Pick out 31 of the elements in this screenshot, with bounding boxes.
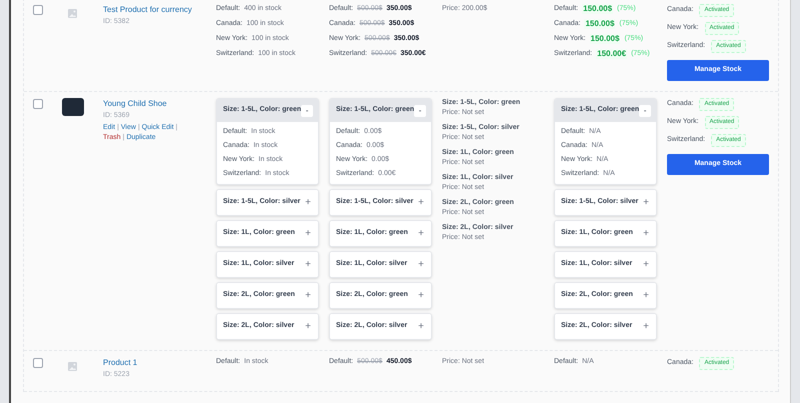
expand-toggle[interactable]: + (416, 290, 426, 302)
expand-toggle[interactable]: + (416, 196, 426, 208)
photo-placeholder (62, 98, 84, 116)
expand-toggle[interactable]: + (641, 228, 651, 240)
product-link[interactable]: Test Product for currency (103, 4, 216, 16)
price-value: 150.00$ (590, 34, 620, 44)
expand-toggle[interactable]: + (641, 290, 651, 302)
image-icon (68, 9, 77, 18)
expand-toggle[interactable]: + (416, 258, 426, 270)
expand-toggle[interactable]: + (303, 196, 313, 208)
expand-toggle[interactable]: + (303, 228, 313, 240)
collapse-toggle[interactable]: - (414, 104, 426, 116)
price-value: 150.00$ (584, 19, 616, 29)
expand-toggle[interactable]: + (303, 290, 313, 302)
expand-toggle[interactable]: + (416, 320, 426, 332)
price-value: 150.00$ (582, 4, 614, 14)
price-value: 150.00€ (596, 49, 628, 59)
collapse-toggle[interactable]: - (301, 104, 313, 116)
image-icon (68, 362, 77, 371)
product-link[interactable]: Young Child Shoe (103, 98, 216, 110)
expand-toggle[interactable]: + (303, 320, 313, 332)
expand-toggle[interactable]: + (641, 320, 651, 332)
checkbox[interactable] (33, 5, 43, 15)
checkbox[interactable] (33, 358, 43, 368)
expand-toggle[interactable]: + (641, 196, 651, 208)
checkbox[interactable] (33, 99, 43, 109)
expand-toggle[interactable]: + (303, 258, 313, 270)
expand-toggle[interactable]: + (416, 228, 426, 240)
collapse-toggle[interactable]: - (639, 104, 651, 116)
product-link[interactable]: Product 1 (103, 357, 216, 369)
expand-toggle[interactable]: + (641, 258, 651, 270)
